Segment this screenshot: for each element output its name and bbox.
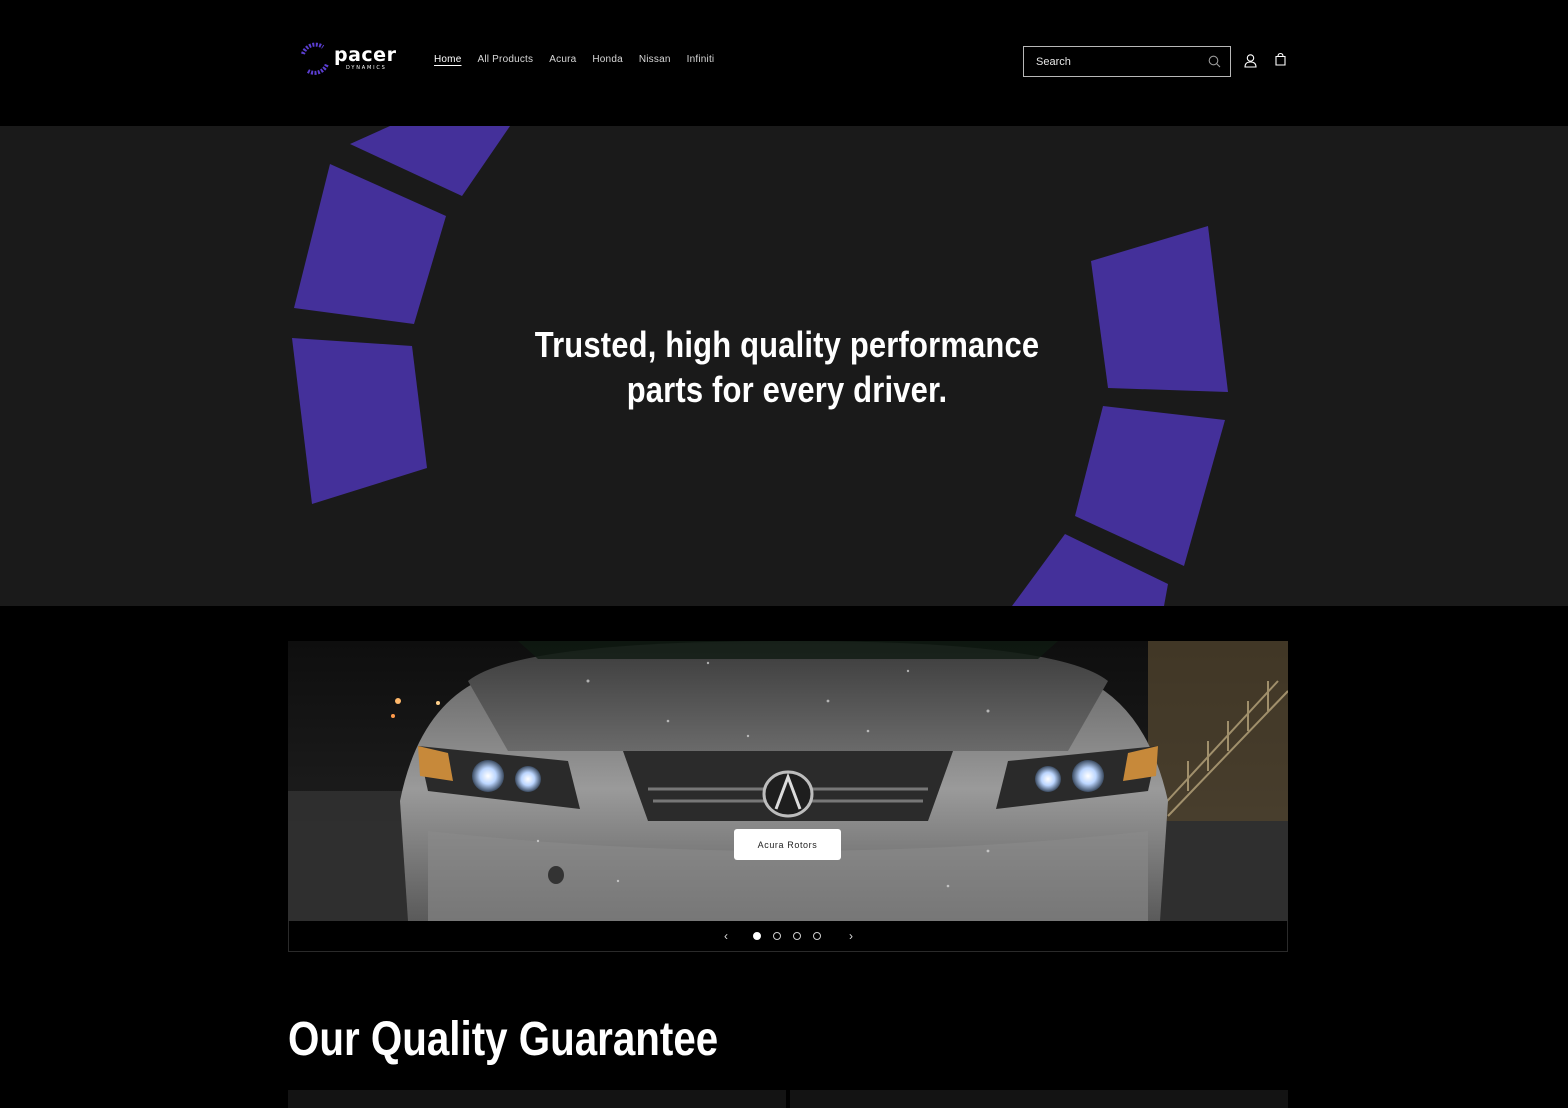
main-nav: Home All Products Acura Honda Nissan Inf… <box>434 54 714 65</box>
arc-segment <box>294 164 446 324</box>
nav-item-all-products[interactable]: All Products <box>477 54 533 65</box>
nav-item-honda[interactable]: Honda <box>592 54 622 65</box>
quality-card <box>288 1090 786 1108</box>
logo-text: pacer DYNAMICS <box>334 43 397 71</box>
nav-item-acura[interactable]: Acura <box>549 54 576 65</box>
search-icon[interactable] <box>1208 55 1221 68</box>
slide-image-acura-car: Acura Rotors <box>288 641 1288 921</box>
slide-dot-4[interactable] <box>813 932 821 940</box>
search-box <box>1023 46 1231 77</box>
logo-subtitle: DYNAMICS <box>346 64 387 71</box>
acura-rotors-button[interactable]: Acura Rotors <box>734 829 841 860</box>
logo-word: pacer <box>334 43 397 66</box>
next-slide-button[interactable]: › <box>845 929 857 943</box>
logo-ring-icon <box>301 42 329 75</box>
slideshow: Acura Rotors ‹ › <box>288 641 1288 952</box>
hero-banner: Trusted, high quality performance parts … <box>0 126 1568 606</box>
slide-dot-3[interactable] <box>793 932 801 940</box>
nav-item-home[interactable]: Home <box>434 54 461 65</box>
hero-title: Trusted, high quality performance parts … <box>534 324 1040 410</box>
quality-card <box>790 1090 1288 1108</box>
nav-item-nissan[interactable]: Nissan <box>639 54 671 65</box>
arc-segment <box>1091 226 1228 392</box>
arc-segment <box>292 338 427 504</box>
slide-dot-2[interactable] <box>773 932 781 940</box>
search-input[interactable] <box>1036 47 1206 76</box>
site-header: pacer DYNAMICS Home All Products Acura H… <box>0 0 1568 126</box>
slide-dots <box>753 932 821 940</box>
cart-icon[interactable] <box>1273 52 1288 67</box>
slide-dot-1[interactable] <box>753 932 761 940</box>
quality-guarantee-heading: Our Quality Guarantee <box>288 1013 719 1066</box>
car-illustration <box>288 641 1288 921</box>
slideshow-controls: ‹ › <box>288 921 1288 952</box>
account-icon[interactable] <box>1243 53 1258 68</box>
nav-item-infiniti[interactable]: Infiniti <box>687 54 715 65</box>
previous-slide-button[interactable]: ‹ <box>720 929 732 943</box>
arc-segment <box>1075 406 1225 566</box>
pacer-logo[interactable]: pacer DYNAMICS <box>298 40 408 76</box>
